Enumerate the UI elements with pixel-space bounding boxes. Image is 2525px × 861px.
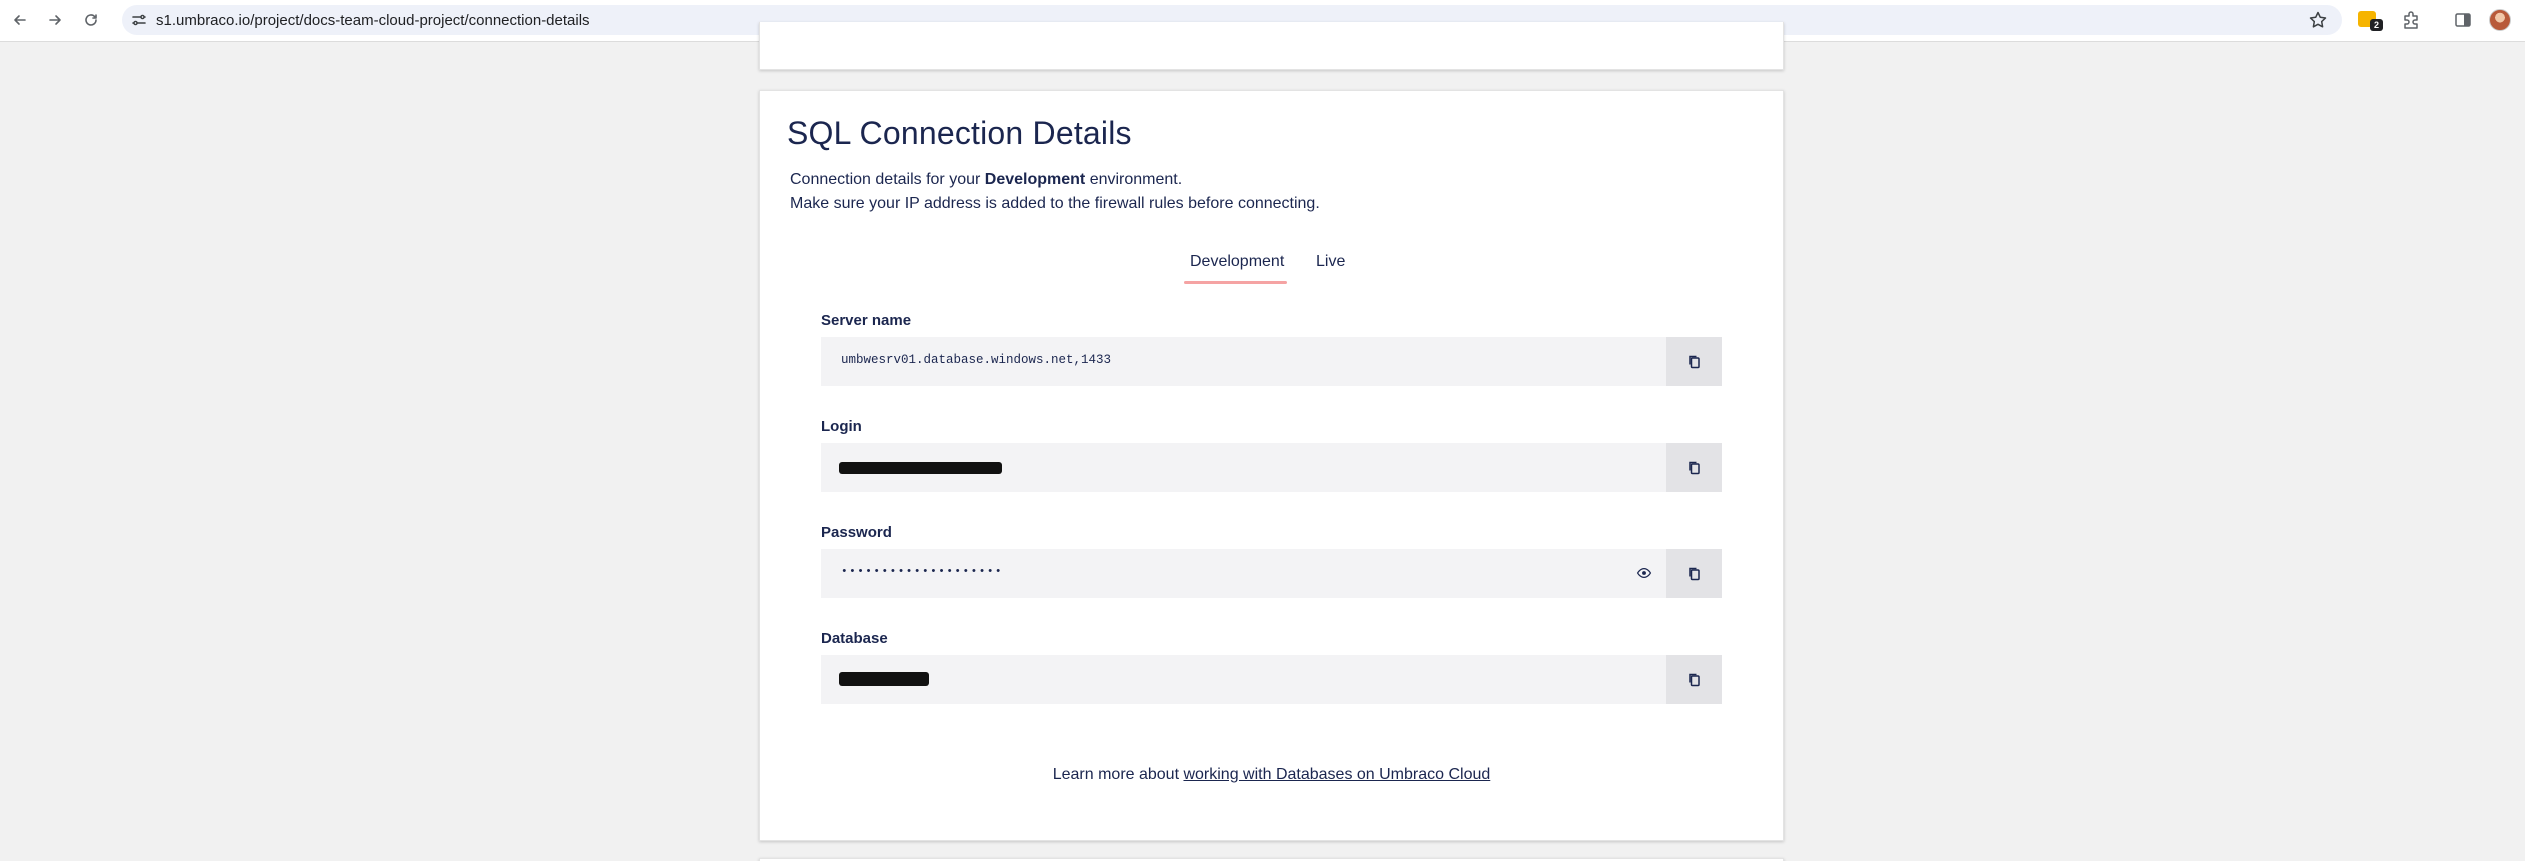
learn-more-link[interactable]: working with Databases on Umbraco Cloud [1183,766,1490,783]
password-label: Password [821,524,892,541]
reload-icon [85,14,97,26]
arrow-left-icon [14,15,26,25]
active-tab-indicator [1184,281,1287,284]
eye-icon [1636,567,1652,579]
copy-icon [1688,567,1700,581]
tab-development[interactable]: Development [1190,253,1284,271]
copy-password-button[interactable] [1666,549,1722,598]
show-password-button[interactable] [1634,563,1654,583]
page-title: SQL Connection Details [787,115,1132,151]
tab-live[interactable]: Live [1316,253,1345,271]
copy-icon [1688,355,1700,369]
copy-login-button[interactable] [1666,443,1722,492]
copy-server-name-button[interactable] [1666,337,1722,386]
redaction-mark [839,462,1002,474]
server-name-field[interactable]: umbwesrv01.database.windows.net,1433 [821,337,1722,386]
back-button[interactable] [8,8,32,32]
tune-icon[interactable] [130,11,148,29]
redaction-mark [839,672,929,686]
puzzle-icon[interactable] [2400,9,2422,31]
copy-icon [1688,461,1700,475]
profile-avatar[interactable] [2489,9,2511,31]
forward-button[interactable] [43,8,67,32]
url-text[interactable]: s1.umbraco.io/project/docs-team-cloud-pr… [156,12,590,29]
password-field[interactable]: •••••••••••••••••••• [821,549,1722,598]
environment-tabs: Development Live [760,253,1783,283]
copy-icon [1688,673,1700,687]
copy-database-button[interactable] [1666,655,1722,704]
extension-badge: 2 [2370,19,2383,31]
learn-more-text: Learn more about working with Databases … [1052,766,1491,783]
server-name-label: Server name [821,312,912,329]
arrow-right-icon [49,15,61,25]
description-environment: Connection details for your Development … [790,171,1183,188]
login-label: Login [821,418,862,435]
password-value[interactable]: •••••••••••••••••••• [841,566,1003,578]
previous-card [759,22,1784,70]
database-field[interactable] [821,655,1722,704]
description-firewall: Make sure your IP address is added to th… [790,195,1320,212]
database-label: Database [821,630,888,647]
server-name-value[interactable]: umbwesrv01.database.windows.net,1433 [841,353,1111,367]
sql-connection-card: SQL Connection Details Connection detail… [759,90,1784,841]
login-field[interactable] [821,443,1722,492]
side-panel-icon[interactable] [2452,9,2474,31]
reload-button[interactable] [79,8,103,32]
star-icon[interactable] [2308,10,2328,30]
